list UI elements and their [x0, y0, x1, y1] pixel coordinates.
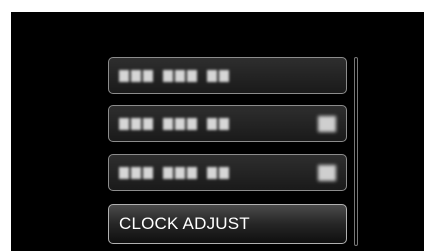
- obscured-value: [318, 164, 336, 181]
- scrollbar-thumb[interactable]: [355, 154, 357, 202]
- menu-item-2[interactable]: [108, 105, 347, 142]
- scrollbar[interactable]: [354, 57, 358, 246]
- obscured-value: [318, 115, 336, 132]
- obscured-label: [119, 117, 229, 130]
- clock-adjust-label: CLOCK ADJUST: [119, 214, 250, 233]
- menu-item-1[interactable]: [108, 57, 347, 94]
- obscured-label: [119, 69, 229, 82]
- menu-item-3[interactable]: [108, 154, 347, 191]
- obscured-label: [119, 166, 229, 179]
- camera-screen: CLOCK ADJUST: [11, 12, 424, 251]
- clock-adjust-menu-item[interactable]: CLOCK ADJUST: [108, 204, 347, 244]
